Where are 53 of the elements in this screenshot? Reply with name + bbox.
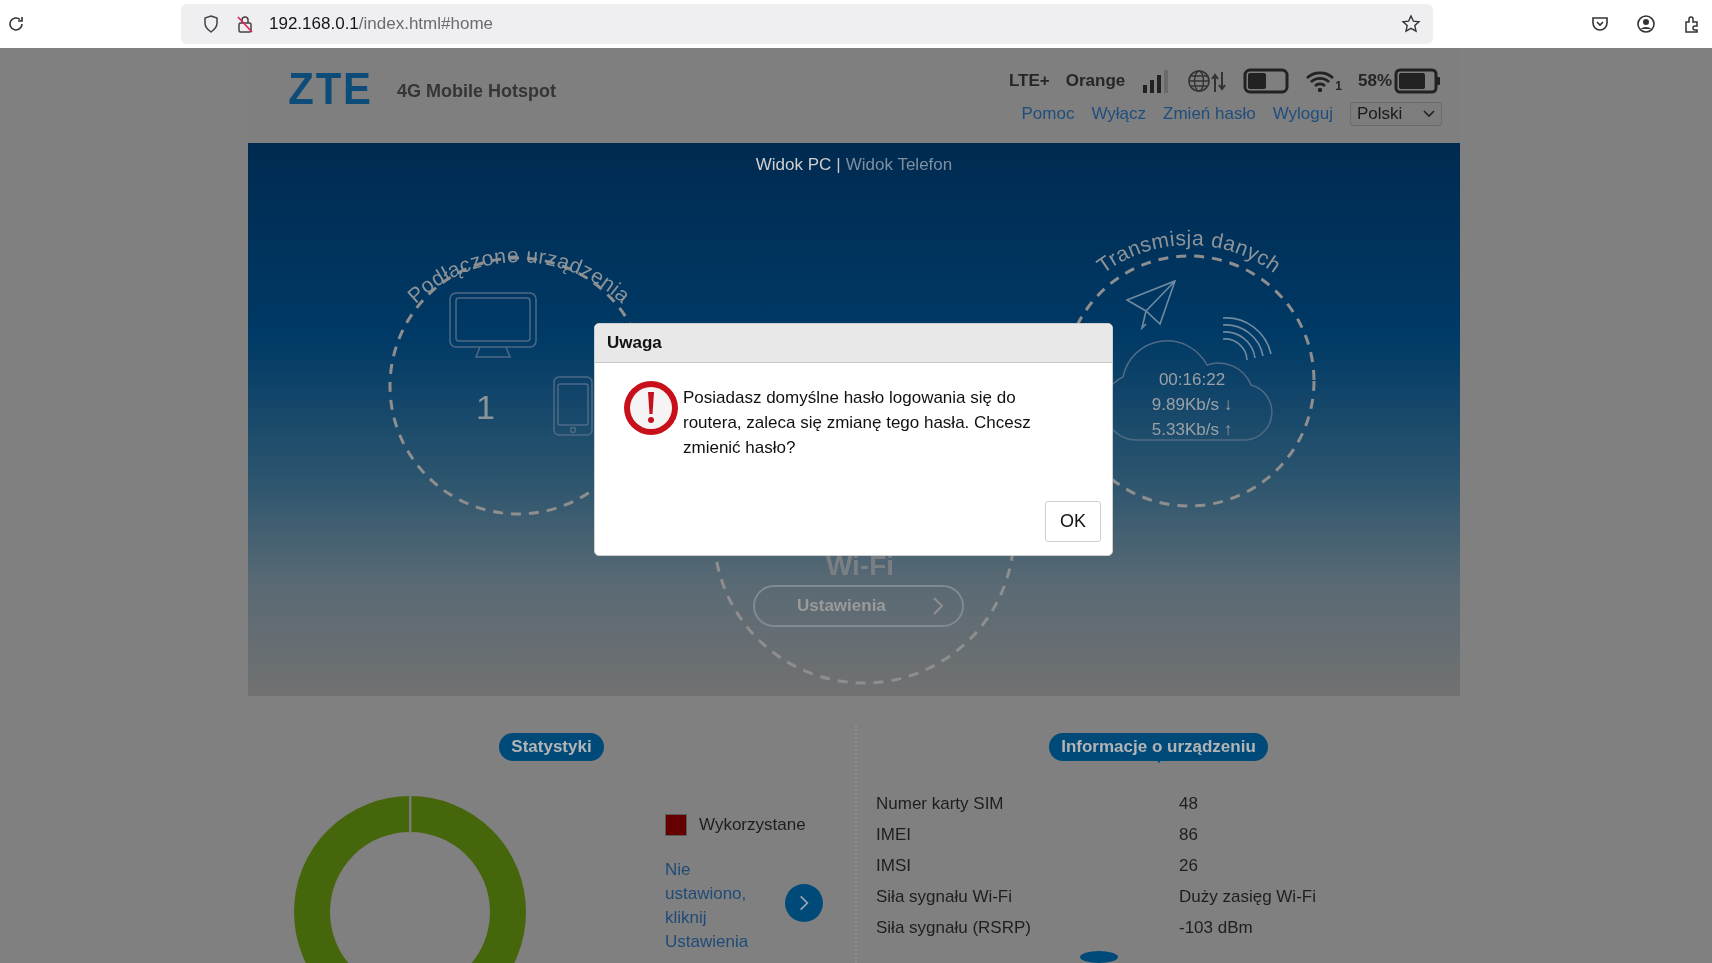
logo: ZTE: [288, 63, 373, 114]
chevron-down-icon: [1423, 110, 1435, 118]
pocket-icon[interactable]: [1590, 14, 1610, 34]
dialog-title: Uwaga: [595, 324, 1112, 363]
info-label: Numer karty SIM: [876, 793, 1005, 814]
connection-time: 00:16:22: [1158, 370, 1226, 389]
info-label: Siła sygnału (RSRP): [876, 917, 1032, 938]
globe-arrows-icon: [1187, 68, 1228, 94]
chevron-right-icon: [932, 596, 944, 616]
battery-icon: [1394, 68, 1442, 94]
insecure-lock-icon[interactable]: [235, 14, 255, 34]
info-value: Duży zasięg Wi-Fi: [1179, 886, 1316, 907]
section-badge: Informacje o urządzeniu: [1049, 733, 1268, 761]
info-value: 48: [1179, 793, 1198, 814]
language-select[interactable]: Polski: [1350, 102, 1442, 126]
shield-icon[interactable]: [201, 14, 221, 34]
upload-speed: 5.33Kb/s ↑: [1151, 420, 1233, 439]
battery-icon: [1243, 68, 1290, 94]
dialog-message: Posiadasz domyślne hasło logowania się do routera, zaleca się zmianę tego hasła. Chcesz zmienić hasło?: [683, 387, 1032, 459]
operator-name: Orange: [1065, 71, 1126, 91]
phone-icon: [553, 376, 593, 436]
account-icon[interactable]: [1636, 14, 1656, 34]
ok-button[interactable]: OK: [1045, 501, 1101, 542]
network-type: LTE+: [1008, 71, 1050, 91]
header-link[interactable]: Zmień hasło: [1163, 104, 1256, 124]
star-icon[interactable]: [1401, 14, 1421, 34]
warning-icon: [622, 379, 680, 437]
header-link[interactable]: Pomoc: [1021, 104, 1075, 124]
download-speed: 9.89Kb/s ↓: [1151, 395, 1233, 414]
header-link[interactable]: Wyloguj: [1272, 104, 1333, 124]
view-link[interactable]: Widok Telefon: [845, 155, 953, 175]
chevron-right-icon: [799, 894, 809, 912]
wifi-icon: [1305, 69, 1336, 93]
signal-waves-icon: [1222, 317, 1272, 361]
device-count: 1: [476, 388, 495, 426]
info-value: 86: [1179, 824, 1198, 845]
product-name: 4G Mobile Hotspot: [397, 80, 557, 102]
battery-percent: 58%: [1357, 71, 1392, 91]
info-value: -103 dBm: [1179, 917, 1253, 938]
address-bar[interactable]: 192.168.0.1/index.html#home: [181, 4, 1433, 44]
info-label: Siła sygnału Wi-Fi: [876, 886, 1014, 907]
header-link[interactable]: Wyłącz: [1091, 104, 1147, 124]
reload-icon[interactable]: [6, 14, 26, 34]
settings-link[interactable]: Nie ustawiono, kliknij Ustawienia: [665, 858, 761, 954]
view-link[interactable]: Widok PC: [755, 155, 832, 175]
legend-label: Wykorzystane: [699, 815, 806, 835]
paper-plane-icon: [1126, 279, 1177, 331]
info-label: IMEI: [876, 824, 912, 845]
info-label: IMSI: [876, 855, 912, 876]
section-badge: Statystyki: [499, 733, 604, 761]
wifi-client-count: 1: [1335, 79, 1342, 93]
info-value: 26: [1179, 855, 1198, 876]
view-separator: |: [836, 155, 841, 175]
